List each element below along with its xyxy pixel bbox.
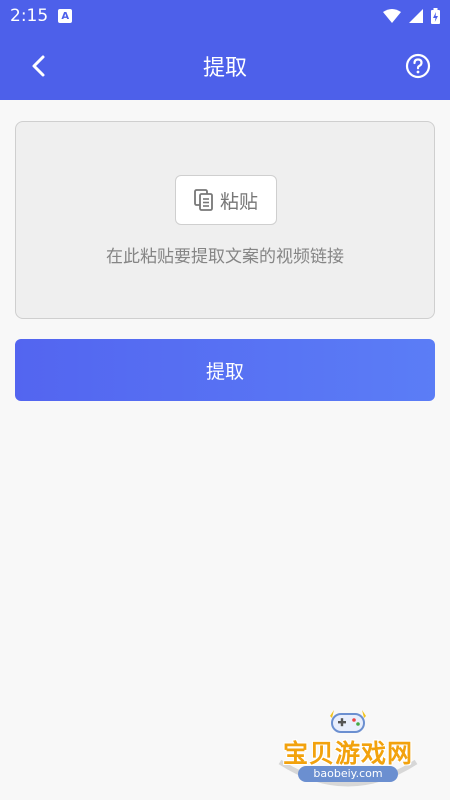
extract-button[interactable]: 提取 bbox=[15, 339, 435, 401]
watermark-logo: 宝贝游戏网 baobeiy.com bbox=[268, 700, 428, 792]
cellular-signal-icon bbox=[409, 9, 423, 23]
watermark-text: 宝贝游戏网 bbox=[282, 739, 413, 768]
paste-button[interactable]: 粘贴 bbox=[175, 175, 277, 225]
battery-charging-icon bbox=[431, 8, 440, 24]
paste-hint: 在此粘贴要提取文案的视频链接 bbox=[106, 247, 344, 267]
chevron-left-icon bbox=[32, 55, 45, 77]
status-bar: 2:15 A bbox=[0, 0, 450, 32]
help-button[interactable] bbox=[400, 48, 436, 84]
wifi-icon bbox=[383, 9, 401, 23]
paste-area[interactable]: 粘贴 在此粘贴要提取文案的视频链接 bbox=[15, 121, 435, 319]
status-bar-left: 2:15 A bbox=[10, 6, 73, 26]
status-bar-right bbox=[383, 8, 440, 24]
paste-button-label: 粘贴 bbox=[219, 190, 258, 213]
a-icon: A bbox=[58, 9, 73, 23]
clipboard-copy-icon bbox=[194, 189, 213, 211]
gamepad-icon bbox=[330, 710, 366, 733]
back-button[interactable] bbox=[20, 48, 56, 84]
question-circle-icon bbox=[405, 53, 431, 79]
status-time: 2:15 bbox=[10, 6, 49, 26]
app-bar: 提取 bbox=[0, 32, 450, 100]
watermark-url: baobeiy.com bbox=[298, 766, 398, 782]
page-title: 提取 bbox=[202, 56, 247, 81]
